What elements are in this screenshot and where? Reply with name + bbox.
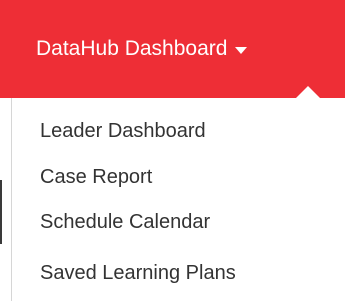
- left-edge-line: [0, 180, 2, 244]
- dropdown-pointer: [296, 86, 320, 98]
- caret-down-icon: [235, 47, 248, 54]
- menu-item-case-report[interactable]: Case Report: [40, 162, 152, 192]
- menu-item-leader-dashboard[interactable]: Leader Dashboard: [40, 116, 206, 146]
- datahub-dashboard-menu-button[interactable]: DataHub Dashboard: [36, 0, 248, 98]
- menu-item-schedule-calendar[interactable]: Schedule Calendar: [40, 207, 210, 237]
- top-nav-bar: DataHub Dashboard: [0, 0, 345, 98]
- menu-item-saved-learning-plans[interactable]: Saved Learning Plans: [40, 258, 236, 288]
- menu-title: DataHub Dashboard: [36, 37, 228, 60]
